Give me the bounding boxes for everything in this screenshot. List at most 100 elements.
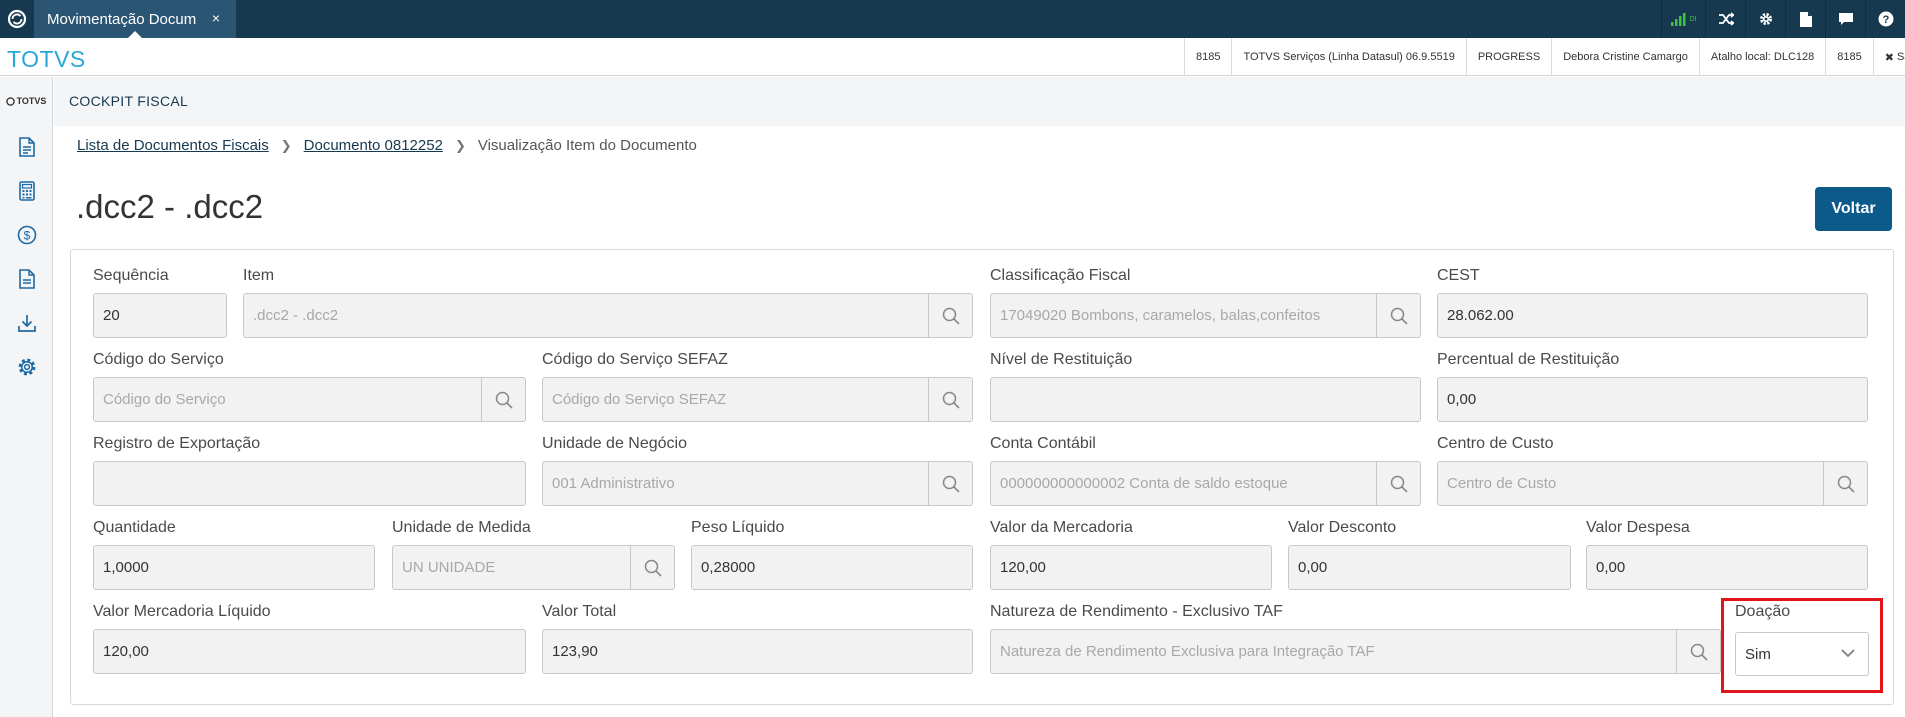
sequencia-input[interactable]: 20 bbox=[93, 293, 227, 338]
nivel-restituicao-input[interactable] bbox=[990, 377, 1421, 422]
field-registro-exportacao: Registro de Exportação bbox=[93, 435, 526, 506]
field-centro-custo: Centro de Custo Centro de Custo bbox=[1437, 435, 1868, 506]
info-product-version: TOTVS Serviços (Linha Datasul) 06.9.5519 bbox=[1231, 38, 1465, 76]
label-cest: CEST bbox=[1437, 267, 1480, 284]
label-unidade-medida: Unidade de Medida bbox=[392, 519, 531, 536]
field-item: Item .dcc2 - .dcc2 bbox=[243, 267, 973, 338]
valor-desconto-input[interactable]: 0,00 bbox=[1288, 545, 1571, 590]
conta-contabil-search-icon[interactable] bbox=[1376, 462, 1420, 505]
totvs-logo-icon bbox=[5, 96, 15, 106]
field-peso-liquido: Peso Líquido 0,28000 bbox=[691, 519, 973, 590]
unidade-negocio-input[interactable]: 001 Administrativo bbox=[542, 461, 973, 506]
field-valor-mercadoria: Valor da Mercadoria 120,00 bbox=[990, 519, 1272, 590]
label-natureza-rendimento: Natureza de Rendimento - Exclusivo TAF bbox=[990, 603, 1283, 620]
sidebar: TOTVS $ bbox=[0, 77, 53, 717]
unidade-negocio-search-icon[interactable] bbox=[928, 462, 972, 505]
cest-input[interactable]: 28.062.00 bbox=[1437, 293, 1868, 338]
conta-contabil-input[interactable]: 000000000000002 Conta de saldo estoque bbox=[990, 461, 1421, 506]
highlight-box bbox=[1721, 598, 1883, 693]
calculator-icon bbox=[18, 181, 35, 201]
tab-movimentacao[interactable]: Movimentação Docum × bbox=[34, 0, 236, 38]
breadcrumb-document[interactable]: Documento 0812252 bbox=[304, 137, 443, 154]
valor-mercadoria-input[interactable]: 120,00 bbox=[990, 545, 1272, 590]
codigo-servico-search-icon[interactable] bbox=[481, 378, 525, 421]
label-classificacao-fiscal: Classificação Fiscal bbox=[990, 267, 1131, 284]
codigo-servico-sefaz-input[interactable]: Código do Serviço SEFAZ bbox=[542, 377, 973, 422]
signal-icon[interactable]: DI bbox=[1661, 0, 1705, 38]
unidade-medida-search-icon[interactable] bbox=[630, 546, 674, 589]
label-valor-mercadoria: Valor da Mercadoria bbox=[990, 519, 1133, 536]
field-valor-desconto: Valor Desconto 0,00 bbox=[1288, 519, 1571, 590]
label-conta-contabil: Conta Contábil bbox=[990, 435, 1096, 452]
field-classificacao-fiscal: Classificação Fiscal 17049020 Bombons, c… bbox=[990, 267, 1421, 338]
help-icon[interactable]: ? bbox=[1865, 0, 1905, 38]
label-registro-exportacao: Registro de Exportação bbox=[93, 435, 261, 452]
percentual-restituicao-input[interactable]: 0,00 bbox=[1437, 377, 1868, 422]
chat-icon[interactable] bbox=[1825, 0, 1865, 38]
label-peso-liquido: Peso Líquido bbox=[691, 519, 785, 536]
natureza-rendimento-search-icon[interactable] bbox=[1676, 630, 1720, 673]
sidebar-item-settings[interactable] bbox=[0, 345, 53, 389]
top-bar: Movimentação Docum × DI ? bbox=[0, 0, 1905, 38]
settings-icon bbox=[18, 358, 35, 376]
sidebar-item-files[interactable] bbox=[0, 257, 53, 301]
item-search-icon[interactable] bbox=[928, 294, 972, 337]
label-valor-desconto: Valor Desconto bbox=[1288, 519, 1397, 536]
info-bar: TOTVS 8185 TOTVS Serviços (Linha Datasul… bbox=[0, 38, 1905, 76]
document-icon bbox=[18, 137, 35, 157]
centro-custo-input[interactable]: Centro de Custo bbox=[1437, 461, 1868, 506]
section-header: COCKPIT FISCAL bbox=[54, 77, 1905, 126]
dollar-icon: $ bbox=[17, 225, 36, 245]
sidebar-item-calculator[interactable] bbox=[0, 169, 53, 213]
peso-liquido-input[interactable]: 0,28000 bbox=[691, 545, 973, 590]
label-valor-despesa: Valor Despesa bbox=[1586, 519, 1690, 536]
label-sequencia: Sequência bbox=[93, 267, 169, 284]
gear-icon[interactable] bbox=[1745, 0, 1785, 38]
field-unidade-medida: Unidade de Medida UN UNIDADE bbox=[392, 519, 675, 590]
info-user[interactable]: Debora Cristine Camargo bbox=[1551, 38, 1699, 76]
valor-mercadoria-liquido-input[interactable]: 120,00 bbox=[93, 629, 526, 674]
field-codigo-servico-sefaz: Código do Serviço SEFAZ Código do Serviç… bbox=[542, 351, 973, 422]
valor-despesa-input[interactable]: 0,00 bbox=[1586, 545, 1868, 590]
download-icon bbox=[17, 315, 36, 332]
exit-button[interactable]: ✖ Sair bbox=[1872, 38, 1905, 76]
unidade-medida-input[interactable]: UN UNIDADE bbox=[392, 545, 675, 590]
sidebar-item-download[interactable] bbox=[0, 301, 53, 345]
valor-total-input[interactable]: 123,90 bbox=[542, 629, 973, 674]
field-natureza-rendimento: Natureza de Rendimento - Exclusivo TAF N… bbox=[990, 603, 1721, 674]
field-unidade-negocio: Unidade de Negócio 001 Administrativo bbox=[542, 435, 973, 506]
label-centro-custo: Centro de Custo bbox=[1437, 435, 1554, 452]
field-nivel-restituicao: Nível de Restituição bbox=[990, 351, 1421, 422]
natureza-rendimento-input[interactable]: Natureza de Rendimento Exclusiva para In… bbox=[990, 629, 1721, 674]
tab-close-icon[interactable]: × bbox=[212, 10, 220, 26]
quantidade-input[interactable]: 1,0000 bbox=[93, 545, 375, 590]
sidebar-item-financial[interactable]: $ bbox=[0, 213, 53, 257]
field-valor-total: Valor Total 123,90 bbox=[542, 603, 973, 674]
sidebar-item-documents[interactable] bbox=[0, 125, 53, 169]
brand-logo: TOTVS bbox=[7, 46, 86, 72]
info-local-shortcut: Atalho local: DLC128 bbox=[1698, 38, 1825, 76]
document-icon[interactable] bbox=[1785, 0, 1825, 38]
field-conta-contabil: Conta Contábil 000000000000002 Conta de … bbox=[990, 435, 1421, 506]
breadcrumb: Lista de Documentos Fiscais ❯ Documento … bbox=[77, 137, 697, 154]
label-quantidade: Quantidade bbox=[93, 519, 176, 536]
label-unidade-negocio: Unidade de Negócio bbox=[542, 435, 687, 452]
svg-text:$: $ bbox=[23, 229, 30, 243]
breadcrumb-current: Visualização Item do Documento bbox=[477, 137, 697, 154]
shuffle-icon[interactable] bbox=[1705, 0, 1745, 38]
item-input[interactable]: .dcc2 - .dcc2 bbox=[243, 293, 973, 338]
classificacao-search-icon[interactable] bbox=[1376, 294, 1420, 337]
label-valor-mercadoria-liquido: Valor Mercadoria Líquido bbox=[93, 603, 271, 620]
classificacao-fiscal-input[interactable]: 17049020 Bombons, caramelos, balas,confe… bbox=[990, 293, 1421, 338]
breadcrumb-document-list[interactable]: Lista de Documentos Fiscais bbox=[77, 137, 269, 154]
sidebar-logo-text: TOTVS bbox=[16, 96, 47, 106]
label-item: Item bbox=[243, 267, 275, 284]
codigo-servico-input[interactable]: Código do Serviço bbox=[93, 377, 526, 422]
registro-exportacao-input[interactable] bbox=[93, 461, 526, 506]
codigo-servico-sefaz-search-icon[interactable] bbox=[928, 378, 972, 421]
app-logo-icon[interactable] bbox=[0, 0, 34, 38]
centro-custo-search-icon[interactable] bbox=[1823, 462, 1867, 505]
back-button[interactable]: Voltar bbox=[1815, 187, 1892, 231]
label-valor-total: Valor Total bbox=[542, 603, 617, 620]
page-title: .dcc2 - .dcc2 bbox=[76, 188, 264, 225]
